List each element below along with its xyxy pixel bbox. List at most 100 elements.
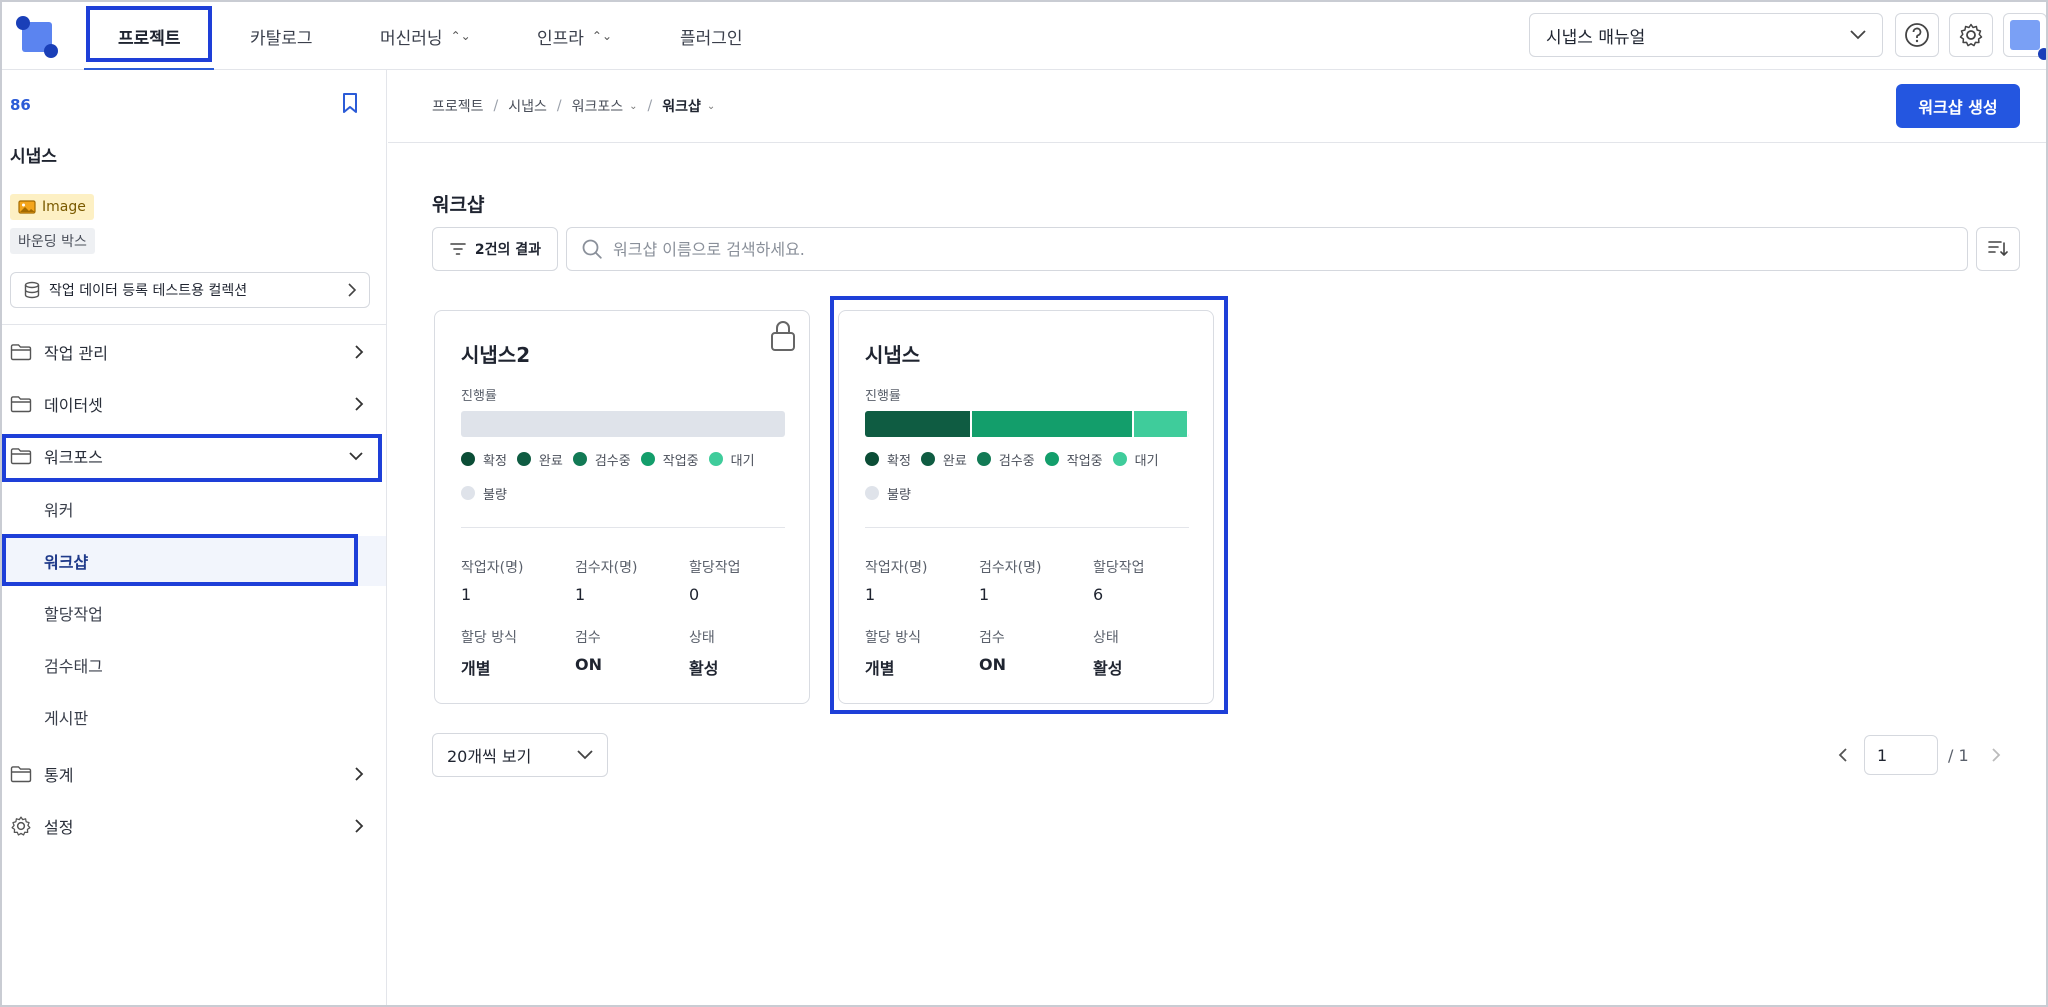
stat-label-status: 상태 [1093, 630, 1119, 646]
legend-label: 검수중 [998, 453, 1035, 469]
chevron-right-icon [348, 283, 357, 297]
legend-dot-icon [976, 452, 991, 466]
legend-dot-icon [461, 452, 475, 466]
workshop-card[interactable]: 시냅스 진행률 확정 완료 검수중 작업중 대기 불량 작업자(명) 검수자(명) 할당작… [838, 310, 1214, 704]
stat-value-method: 개별 [865, 659, 895, 678]
legend-item: 완료 [516, 449, 563, 469]
legend-label: 대기 [730, 453, 755, 469]
avatar[interactable] [2003, 13, 2046, 60]
stat-label-workers: 작업자(명) [461, 560, 524, 576]
legend-label: 검수중 [594, 453, 631, 469]
chevron-right-icon[interactable] [1991, 747, 2001, 763]
stat-label-assigned: 할당작업 [1093, 560, 1145, 576]
breadcrumb-workforce[interactable]: 워크포스 [572, 96, 624, 116]
legend-item: 검수중 [572, 449, 631, 469]
database-icon [24, 281, 40, 299]
filter-button[interactable]: 2건의 결과 [432, 227, 558, 271]
filter-icon [450, 243, 466, 255]
stat-label-assigned: 할당작업 [689, 560, 741, 576]
legend-item: 불량 [461, 483, 507, 503]
stat-label-method: 할당 방식 [461, 630, 517, 646]
sidebar-subitem-review-tag[interactable]: 검수태그 [2, 640, 386, 690]
sort-icon [1988, 241, 2008, 256]
stat-label-review: 검수 [979, 630, 1005, 646]
help-button[interactable] [1895, 13, 1939, 57]
legend-dot-icon [1112, 452, 1127, 466]
updown-chevron-icon: ⌃⌄ [450, 29, 471, 43]
breadcrumb-workshop[interactable]: 워크샵 [662, 96, 701, 116]
breadcrumb-synapse[interactable]: 시냅스 [508, 96, 547, 116]
chevron-right-icon [355, 397, 364, 411]
collection-link[interactable]: 작업 데이터 등록 테스트용 컬렉션 [10, 272, 370, 308]
updown-chevron-icon: ⌃⌄ [591, 29, 613, 43]
nav-tab-ml[interactable]: 머신러닝 ⌃⌄ [380, 2, 471, 70]
search-icon [582, 239, 602, 259]
chevron-left-icon[interactable] [1838, 747, 1848, 763]
workshop-name: 시냅스 [865, 343, 921, 367]
search-box[interactable] [566, 227, 1968, 271]
sort-button[interactable] [1976, 227, 2020, 271]
progress-bar [461, 411, 785, 437]
legend-dot-icon [572, 452, 587, 466]
nav-tab-plugin[interactable]: 플러그인 [680, 2, 743, 70]
manual-select[interactable]: 시냅스 매뉴얼 [1529, 13, 1883, 57]
stat-value-assigned: 6 [1093, 585, 1104, 604]
legend-item: 완료 [920, 449, 967, 469]
page-input[interactable]: 1 [1864, 735, 1938, 775]
nav-tab-infra[interactable]: 인프라 ⌃⌄ [537, 2, 612, 70]
stat-value-status: 활성 [689, 659, 719, 678]
sidebar-item-task-management[interactable]: 작업 관리 [2, 326, 386, 378]
stat-value-review: ON [979, 655, 1006, 674]
sidebar-subitem-workshop[interactable]: 워크샵 [2, 536, 386, 586]
sidebar-item-label: 데이터셋 [44, 396, 103, 415]
lock-icon [769, 319, 797, 357]
stat-label-reviewers: 검수자(명) [979, 560, 1042, 576]
stat-label-method: 할당 방식 [865, 630, 921, 646]
stat-value-workers: 1 [865, 585, 876, 604]
sidebar-item-dataset[interactable]: 데이터셋 [2, 378, 386, 430]
progress-legend: 확정 완료 검수중 작업중 대기 불량 [461, 449, 791, 503]
breadcrumb-project[interactable]: 프로젝트 [432, 96, 484, 116]
chevron-down-icon[interactable]: ⌄ [707, 101, 715, 112]
per-page-select[interactable]: 20개씩 보기 [432, 733, 608, 777]
create-workshop-button[interactable]: 워크샵 생성 [1896, 84, 2020, 128]
bookmark-button[interactable] [340, 92, 360, 118]
folder-icon [10, 766, 32, 783]
stat-value-reviewers: 1 [575, 585, 586, 604]
workshop-card[interactable]: 시냅스2 진행률 확정 완료 검수중 작업중 대기 불량 작업자(명) 검수자(명) 할당… [434, 310, 810, 704]
folder-icon [10, 396, 32, 413]
legend-dot-icon [865, 486, 879, 500]
legend-dot-icon [920, 452, 935, 466]
sidebar-subitem-worker[interactable]: 워커 [2, 484, 386, 534]
sidebar-item-settings[interactable]: 설정 [2, 800, 386, 852]
gear-icon [11, 816, 31, 836]
search-input[interactable] [613, 239, 1967, 259]
legend-label: 작업중 [662, 453, 699, 469]
legend-label: 불량 [887, 487, 911, 503]
chevron-down-icon [349, 452, 363, 461]
top-nav: 프로젝트 카탈로그 머신러닝 ⌃⌄ 인프라 ⌃⌄ 플러그인 시냅스 매뉴얼 [2, 2, 2046, 70]
chevron-down-icon[interactable]: ⌄ [629, 101, 637, 112]
legend-item: 대기 [1112, 449, 1159, 469]
folder-icon [10, 448, 32, 465]
legend-label: 확정 [887, 453, 911, 469]
pagination: 1 / 1 [1838, 733, 2001, 777]
logo-icon[interactable] [16, 16, 58, 58]
legend-dot-icon [865, 452, 879, 466]
sidebar-subitem-board[interactable]: 게시판 [2, 692, 386, 742]
sidebar-subitem-assignment[interactable]: 할당작업 [2, 588, 386, 638]
sidebar-item-label: 작업 관리 [44, 344, 108, 363]
bookmark-icon [343, 93, 357, 113]
main-divider [388, 142, 2046, 143]
nav-tab-label: 프로젝트 [118, 28, 181, 49]
sidebar: 86 시냅스 Image 바운딩 박스 작업 데이터 등록 테스트용 컬렉션 작… [2, 70, 387, 1005]
nav-tab-project[interactable]: 프로젝트 [118, 2, 181, 70]
nav-tab-catalog[interactable]: 카탈로그 [250, 2, 313, 70]
settings-button[interactable] [1949, 13, 1993, 57]
gear-icon [1959, 23, 1983, 47]
progress-bar [865, 411, 1189, 437]
sidebar-item-statistics[interactable]: 통계 [2, 748, 386, 800]
progress-segment [1133, 411, 1189, 437]
stat-label-workers: 작업자(명) [865, 560, 928, 576]
sidebar-item-workforce[interactable]: 워크포스 [2, 430, 386, 482]
